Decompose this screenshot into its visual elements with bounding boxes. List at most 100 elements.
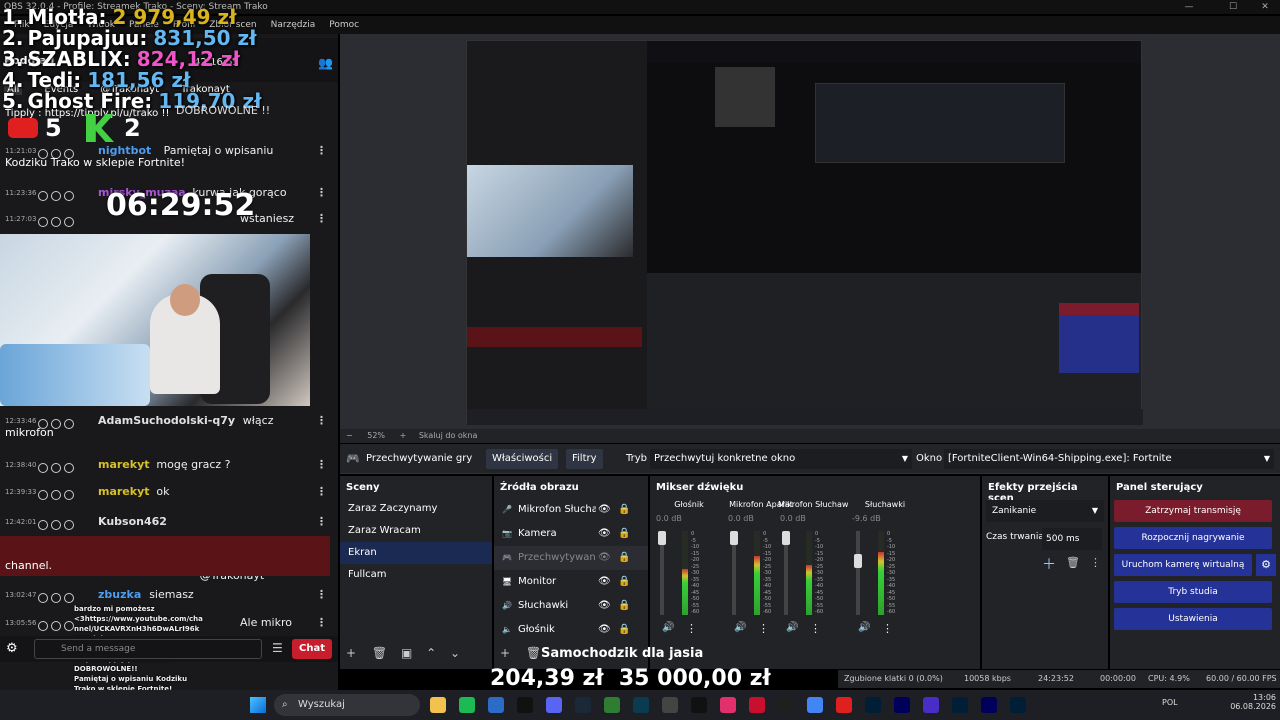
source-item[interactable]: 🔈 Głośnik 👁 🔒 [494,618,648,642]
source-item[interactable]: 🖥 Monitor 👁 🔒 [494,570,648,594]
taskbar-app-icon[interactable] [778,697,794,713]
mod-action-icon[interactable] [51,621,61,631]
taskbar-app-icon[interactable] [981,697,997,713]
minimize-icon[interactable]: — [1176,0,1202,14]
taskbar-app-icon[interactable] [923,697,939,713]
add-icon[interactable]: + [346,646,356,660]
taskbar-app-icon[interactable] [604,697,620,713]
kebab-icon[interactable]: ⋮ [316,612,327,634]
chat-username[interactable]: marekyt [98,454,150,476]
settings-icon[interactable]: ⚙ [6,641,18,656]
scene-item[interactable]: Zaraz Wracam [340,520,492,542]
language[interactable]: POL [1162,698,1178,707]
taskbar-app-icon[interactable] [807,697,823,713]
taskbar-app-icon[interactable] [691,697,707,713]
taskbar-app-icon[interactable] [720,697,736,713]
mode-select[interactable]: Przechwytuj konkretne okno ▼ [650,449,912,469]
kebab-icon[interactable]: ⋮ [316,208,327,230]
mod-action-icon[interactable] [64,463,74,473]
taskbar-app-icon[interactable] [749,697,765,713]
kebab-icon[interactable]: ⋮ [316,410,327,432]
eye-icon[interactable]: 👁 [598,594,611,618]
chat-username[interactable]: Kubson462 [98,511,167,533]
volume-handle[interactable] [854,554,862,568]
mod-action-icon[interactable] [64,217,74,227]
users-icon[interactable]: 👥 [318,56,333,70]
zoom-out-icon[interactable]: − [346,431,353,440]
start-recording-button[interactable]: Rozpocznij nagrywanie [1114,527,1272,549]
kebab-icon[interactable]: ⋮ [316,481,327,503]
eye-icon[interactable]: 👁 [598,618,611,642]
source-item[interactable]: 🎮 Przechwytywanie gry👁 🔒 [494,546,648,570]
mod-actions[interactable] [38,213,94,227]
chat-username[interactable]: AdamSuchodolski-q7y [98,410,235,432]
trash-icon[interactable]: 🗑 [1066,556,1080,569]
zoom-fit[interactable]: Skaluj do okna [419,431,478,440]
lock-icon[interactable]: 🔒 [618,522,630,546]
mod-actions[interactable] [38,589,94,603]
chat-message[interactable]: 12:38:40 marekyt mogę gracz ? ⋮ [0,454,330,476]
chat-message[interactable]: 13:02:47 zbuzka siemasz ⋮ [0,584,330,606]
properties-button[interactable]: Właściwości [486,449,559,469]
window-select[interactable]: [FortniteClient-Win64-Shipping.exe]: For… [944,449,1274,469]
mod-action-icon[interactable] [64,490,74,500]
taskbar-app-icon[interactable] [952,697,968,713]
taskbar-app-icon[interactable] [575,697,591,713]
mod-action-icon[interactable] [38,593,48,603]
scene-item[interactable]: Zaraz Zaczynamy [340,498,492,520]
kebab-icon[interactable]: ⋮ [316,584,327,606]
mod-action-icon[interactable] [38,621,48,631]
chat-send-button[interactable]: Chat [292,639,332,659]
transition-select[interactable]: Zanikanie ▼ [986,500,1104,522]
lock-icon[interactable]: 🔒 [618,618,630,642]
mod-action-icon[interactable] [38,463,48,473]
taskbar-app-icon[interactable] [546,697,562,713]
kebab-icon[interactable]: ⋮ [316,454,327,476]
zoom-in-icon[interactable]: + [400,431,407,440]
add-icon[interactable]: + [500,646,510,660]
taskbar-app-icon[interactable] [430,697,446,713]
mod-action-icon[interactable] [38,520,48,530]
chat-message[interactable]: 12:42:01 Kubson462 ⋮ [0,511,330,533]
speaker-icon[interactable]: 🔊 [786,622,798,633]
add-transition-icon[interactable]: ＋ [1042,554,1056,574]
mod-action-icon[interactable] [51,490,61,500]
lock-icon[interactable]: 🔒 [618,594,630,618]
mod-actions[interactable] [38,459,94,473]
trash-icon[interactable]: 🗑 [526,646,541,660]
kebab-icon[interactable]: ⋮ [882,622,893,635]
mod-actions[interactable] [38,516,94,530]
gear-icon[interactable]: ⚙ [1256,554,1276,576]
kebab-icon[interactable]: ⋮ [316,182,327,204]
mod-action-icon[interactable] [51,463,61,473]
kebab-icon[interactable]: ⋮ [316,511,327,533]
mod-action-icon[interactable] [64,191,74,201]
speaker-icon[interactable]: 🔊 [734,622,746,633]
volume-slider[interactable] [856,531,860,615]
taskbar-app-icon[interactable] [894,697,910,713]
chat-username[interactable]: zbuzka [98,584,141,606]
mod-action-icon[interactable] [51,593,61,603]
mod-actions[interactable] [38,187,94,201]
speaker-icon[interactable]: 🔊 [858,622,870,633]
down-icon[interactable]: ⌄ [450,646,460,660]
filter-icon[interactable]: ▣ [401,646,412,660]
kebab-icon[interactable]: ⋮ [1090,556,1101,569]
source-item[interactable]: 📷 Kamera 👁 🔒 [494,522,648,546]
preview-canvas[interactable] [466,40,1143,425]
up-icon[interactable]: ⌃ [426,646,436,660]
taskbar-app-icon[interactable] [865,697,881,713]
eye-icon[interactable]: 👁 [598,522,611,546]
studio-mode-button[interactable]: Tryb studia [1114,581,1272,603]
kebab-icon[interactable]: ⋮ [316,140,327,162]
filters-button[interactable]: Filtry [566,449,603,469]
kebab-icon[interactable]: ⋮ [758,622,769,635]
mod-action-icon[interactable] [51,520,61,530]
close-window-icon[interactable]: ✕ [1252,0,1278,14]
eye-icon[interactable]: 👁 [598,570,611,594]
taskbar-app-icon[interactable] [633,697,649,713]
settings-button[interactable]: Ustawienia [1114,608,1272,630]
volume-handle[interactable] [782,531,790,545]
windows-start-icon[interactable] [250,697,266,713]
kebab-icon[interactable]: ⋮ [810,622,821,635]
